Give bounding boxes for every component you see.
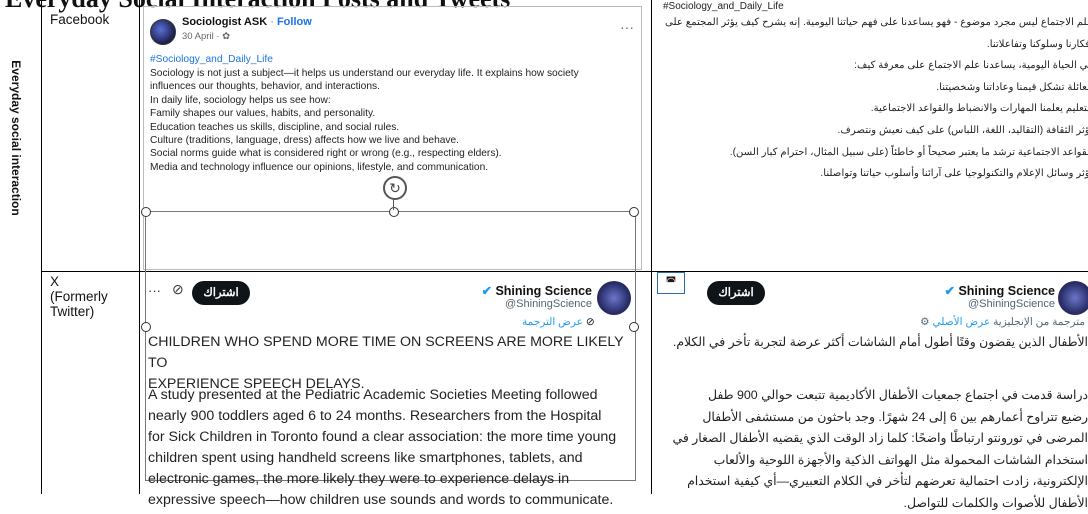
tweet-body-ar: دراسة قدمت في اجتماع جمعيات الأطفال الأك… <box>643 385 1088 514</box>
author-name[interactable]: Sociologist ASK <box>182 16 267 28</box>
platform-label-facebook: Facebook <box>50 12 135 27</box>
post-author-line: Sociologist ASK · Follow <box>182 16 312 28</box>
author-block: ✔ Shining Science @ShiningScience <box>452 283 592 310</box>
translated-note-text: مترجمة من الإنجليزية <box>993 316 1085 328</box>
grok-icon[interactable]: ⊘ <box>172 281 184 298</box>
x-post-screenshot: ··· ⊘ اشتراك ✔ Shining Science @ShiningS… <box>142 275 637 494</box>
post-line: In daily life, sociology helps us see ho… <box>150 94 635 107</box>
post-line: Family shapes our values, habits, and pe… <box>150 107 635 120</box>
follow-link[interactable]: Follow <box>277 16 312 28</box>
body-line-ar: المرضى في تورونتو ارتباطًا واضحًا: كلما … <box>643 428 1088 450</box>
post-line: influences our thoughts, behavior, and i… <box>150 80 635 93</box>
body-line: for Sick Children in Toronto found a cle… <box>148 427 636 448</box>
translate-icon: ⊘ <box>586 316 595 328</box>
body-line: children spent using handheld screens li… <box>148 448 636 469</box>
post-line-ar: التعليم يعلمنا المهارات والانضباط والقوا… <box>643 102 1088 116</box>
rotate-handle-icon[interactable]: ↻ <box>383 176 407 200</box>
facebook-post-screenshot: Sociologist ASK · Follow 30 April · ✿ ··… <box>143 6 642 270</box>
post-line-ar: تؤثر الثقافة (التقاليد، اللغة، اللباس) ع… <box>643 124 1088 138</box>
image-format-icon[interactable]: ◚ <box>657 272 685 294</box>
avatar <box>150 19 176 45</box>
platform-label-x: X (Formerly Twitter) <box>50 274 120 319</box>
tweet-body: A study presented at the Pediatric Acade… <box>148 385 636 512</box>
body-line-ar: رضيع تتراوح أعمارهم بين 6 إلى 24 شهرًا. … <box>643 407 1088 429</box>
verified-badge-icon: ✔ <box>944 284 954 298</box>
translate-link-text[interactable]: عرض الترجمة <box>522 316 583 328</box>
translate-link[interactable]: عرض الترجمة ⊘ <box>522 316 595 328</box>
post-line: Media and technology influence our opini… <box>150 161 635 174</box>
author-name[interactable]: Shining Science <box>495 284 592 298</box>
resize-handle[interactable] <box>389 207 399 217</box>
side-label: Everyday social interaction <box>2 8 30 268</box>
resize-handle[interactable] <box>629 207 639 217</box>
post-body-ar: علم الاجتماع ليس مجرد موضوع - فهو يساعدن… <box>643 16 1088 181</box>
body-line-ar: الإلكترونية، زادت احتمالية تعرضهم لتأخر … <box>643 471 1088 493</box>
author-handle[interactable]: @ShiningScience <box>452 298 592 310</box>
body-line-ar: الأطفال للأصوات والكلمات للتواصل. <box>643 493 1088 514</box>
resize-handle[interactable] <box>141 207 151 217</box>
post-hashtag-ar[interactable]: #Sociology_and_Daily_Life <box>663 0 1083 14</box>
body-line: A study presented at the Pediatric Acade… <box>148 385 636 406</box>
avatar[interactable] <box>1058 281 1088 315</box>
post-line: Education teaches us skills, discipline,… <box>150 121 635 134</box>
post-line: Social norms guide what is considered ri… <box>150 147 635 160</box>
rotate-stem <box>393 198 394 210</box>
side-label-text: Everyday social interaction <box>9 60 23 215</box>
post-line-ar: تؤثر وسائل الإعلام والتكنولوجيا على آرائ… <box>643 167 1088 181</box>
author-block: ✔ Shining Science @ShiningScience <box>915 283 1055 310</box>
post-line-ar: العائلة تشكل قيمنا وعاداتنا وشخصيتنا. <box>643 81 1088 95</box>
subscribe-button[interactable]: اشتراك <box>707 281 765 305</box>
post-hashtag[interactable]: #Sociology_and_Daily_Life <box>150 53 273 66</box>
facebook-post-ar-screenshot: #Sociology_and_Daily_Life علم الاجتماع ل… <box>655 0 1088 266</box>
post-line-ar: في الحياة اليومية، يساعدنا علم الاجتماع … <box>643 59 1088 73</box>
x-post-ar-screenshot: ◚ اشتراك ✔ Shining Science @ShiningScien… <box>655 275 1088 494</box>
table-border-col1 <box>139 0 140 494</box>
table-row-divider <box>41 271 1088 272</box>
show-original-link[interactable]: عرض الأصلي <box>933 316 991 328</box>
author-handle[interactable]: @ShiningScience <box>915 298 1055 310</box>
body-line-ar: دراسة قدمت في اجتماع جمعيات الأطفال الأك… <box>643 385 1088 407</box>
body-line: nearly 900 toddlers aged 6 to 24 months.… <box>148 406 636 427</box>
body-line-ar: استخدام الشاشات المحمولة مثل الهواتف الذ… <box>643 450 1088 472</box>
post-line-ar: علم الاجتماع ليس مجرد موضوع - فهو يساعدن… <box>643 16 1088 30</box>
translation-note: مترجمة من الإنجليزية عرض الأصلي ⚙ <box>775 316 1085 328</box>
globe-icon: ✿ <box>222 31 230 42</box>
verified-badge-icon: ✔ <box>481 284 491 298</box>
more-options-icon[interactable]: ··· <box>620 19 634 35</box>
post-line: Sociology is not just a subject—it helps… <box>150 67 635 80</box>
post-body: Sociology is not just a subject—it helps… <box>150 67 635 174</box>
avatar[interactable] <box>597 281 631 315</box>
subscribe-button[interactable]: اشتراك <box>192 281 250 305</box>
table-border-left <box>41 0 42 494</box>
post-line-ar: القواعد الاجتماعية ترشد ما يعتبر صحيحاً … <box>643 146 1088 160</box>
post-date[interactable]: 30 April <box>182 31 214 42</box>
author-name[interactable]: Shining Science <box>958 284 1055 298</box>
post-meta: 30 April · ✿ <box>182 31 230 42</box>
headline-line: CHILDREN WHO SPEND MORE TIME ON SCREENS … <box>148 332 636 374</box>
post-line: Culture (traditions, language, dress) af… <box>150 134 635 147</box>
settings-icon[interactable]: ⚙ <box>920 316 929 328</box>
post-line-ar: أفكارنا وسلوكنا وتفاعلاتنا. <box>643 38 1088 52</box>
tweet-headline-ar: الأطفال الذين يقضون وقتًا أطول أمام الشا… <box>643 332 1088 354</box>
more-options-icon[interactable]: ··· <box>148 283 161 298</box>
body-line: electronic games, the more likely they w… <box>148 469 636 490</box>
